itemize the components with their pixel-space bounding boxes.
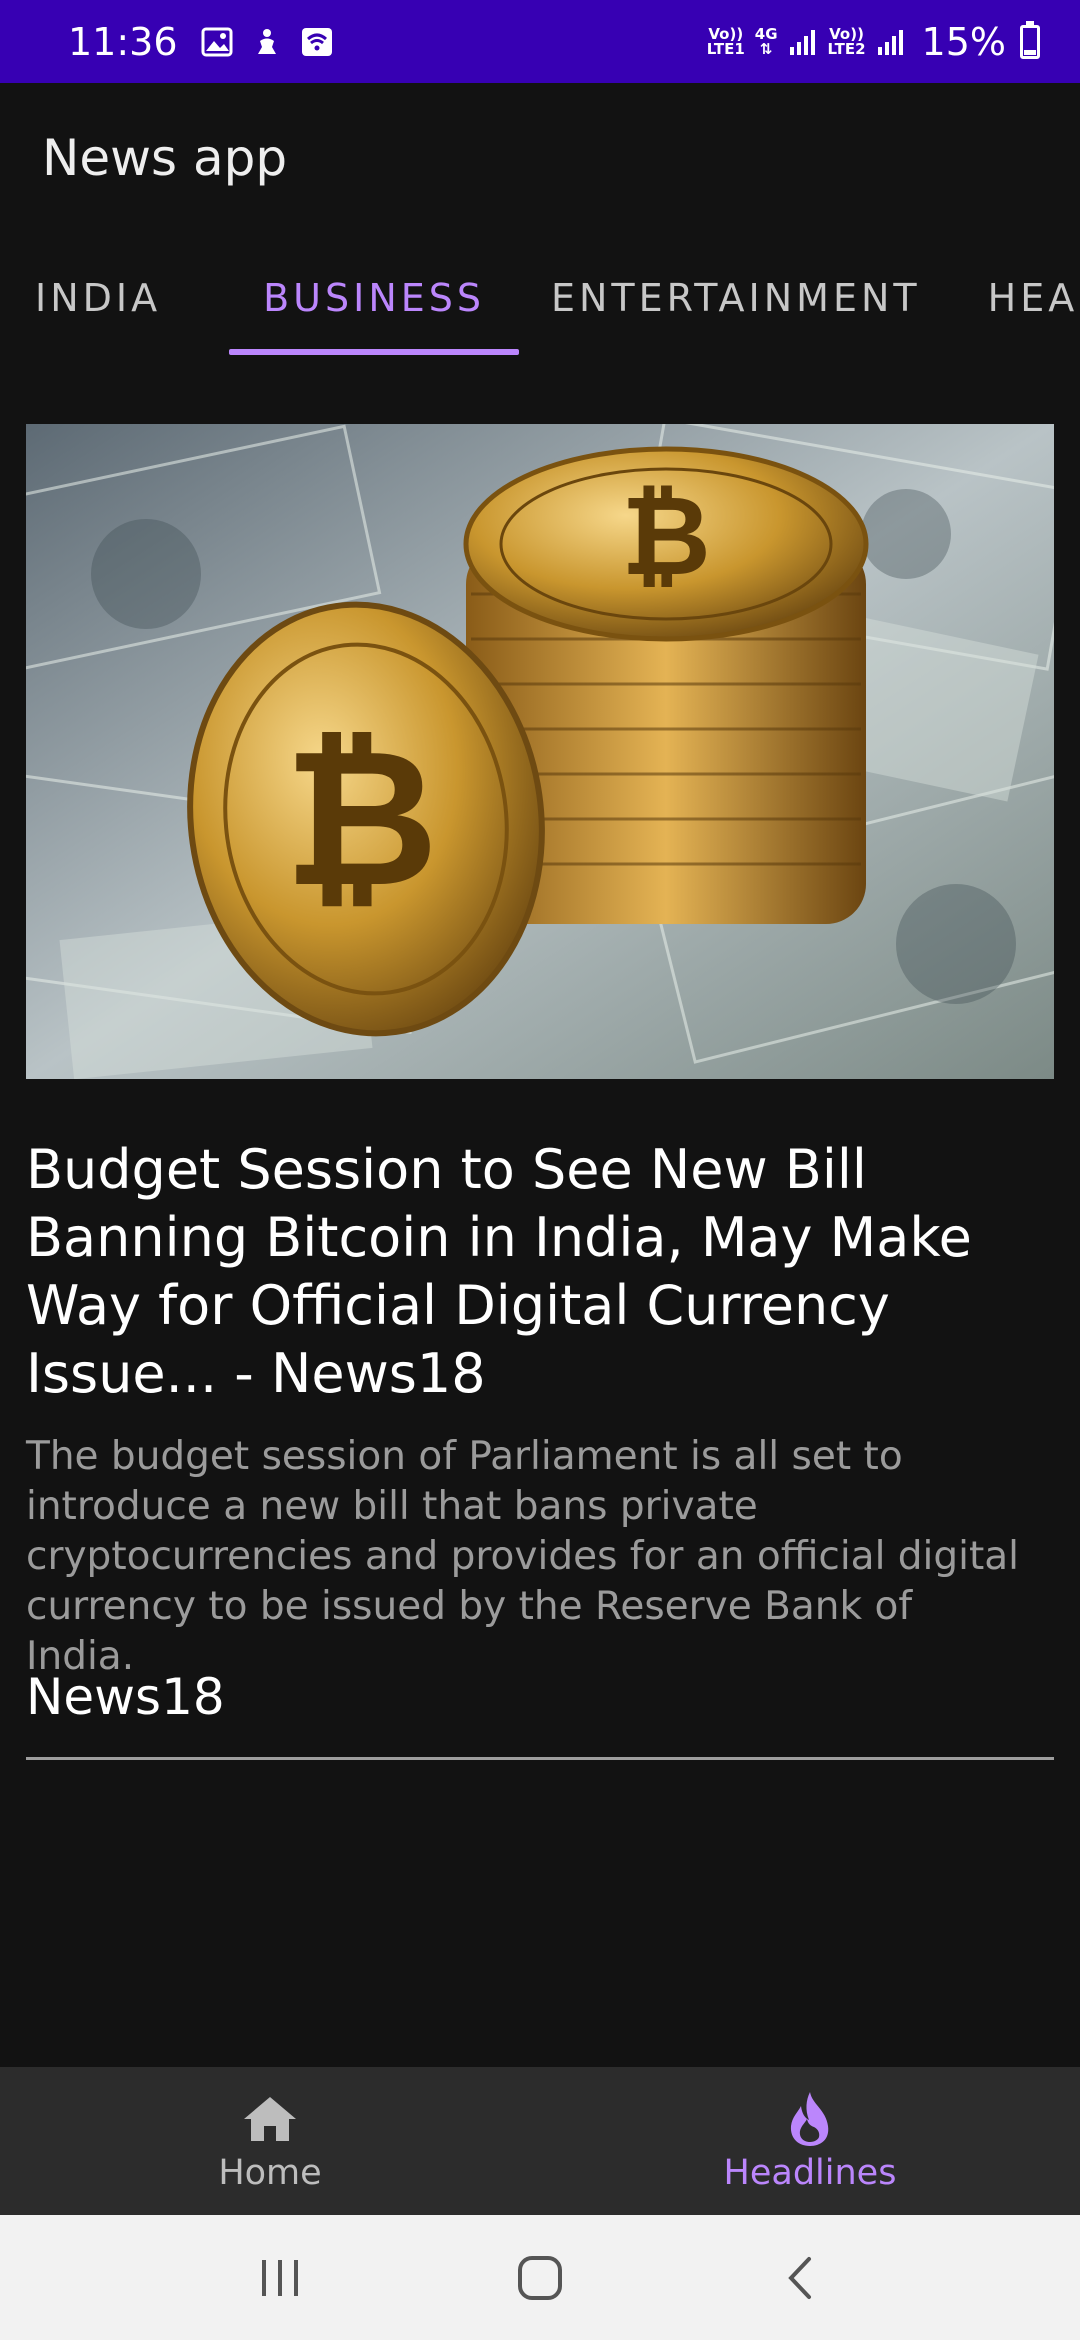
tab-entertainment[interactable]: ENTERTAINMENT xyxy=(551,240,921,355)
article-description: The budget session of Parliament is all … xyxy=(26,1434,1020,1679)
data-arrows-icon: ⇅ xyxy=(759,39,773,58)
battery-percentage: 15% xyxy=(921,19,1006,64)
battery-icon xyxy=(1020,20,1040,59)
gallery-notification-icon xyxy=(200,25,234,59)
category-tabs: INDIA BUSINESS ENTERTAINMENT HEALTH xyxy=(0,240,1080,355)
nav-headlines-label: Headlines xyxy=(723,2153,897,2193)
tab-selected-indicator xyxy=(229,349,519,355)
article-title[interactable]: Budget Session to See New Bill Banning B… xyxy=(26,1136,1056,1408)
volte-sim1-bottom: LTE1 xyxy=(706,39,745,58)
volte-sim1-indicator: Vo)) LTE1 xyxy=(706,26,745,58)
network-type-indicator: 4G ⇅ xyxy=(755,26,778,58)
nav-home[interactable]: Home xyxy=(0,2067,540,2215)
home-circle-icon xyxy=(518,2255,562,2300)
back-button[interactable] xyxy=(760,2238,840,2318)
signal-sim1-icon xyxy=(789,29,815,55)
recent-apps-icon xyxy=(262,2259,298,2296)
status-notification-icons xyxy=(200,25,334,59)
svg-text:₿: ₿ xyxy=(284,708,439,929)
app-notification-icon xyxy=(250,25,284,59)
status-system-icons: Vo)) LTE1 4G ⇅ Vo)) LTE2 15% xyxy=(707,20,1040,64)
tab-health-label: HEALTH xyxy=(987,275,1080,320)
svg-text:₿: ₿ xyxy=(621,472,711,600)
system-navigation-bar xyxy=(0,2215,1080,2340)
article-divider xyxy=(26,1757,1054,1760)
back-chevron-icon xyxy=(788,2256,811,2299)
nav-headlines[interactable]: Headlines xyxy=(540,2067,1080,2215)
news-app-screen: 11:36 Vo)) LTE1 4G ⇅ Vo)) LTE2 15% News … xyxy=(0,0,1080,2340)
tab-entertainment-label: ENTERTAINMENT xyxy=(551,275,921,320)
article-image[interactable]: ₿ ₿ xyxy=(26,424,1054,1079)
volte-sim2-bottom: LTE2 xyxy=(827,39,866,58)
bitcoin-photo-icon: ₿ ₿ xyxy=(26,424,1054,1079)
recent-apps-button[interactable] xyxy=(240,2238,320,2318)
tab-india[interactable]: INDIA xyxy=(35,240,161,355)
tab-health[interactable]: HEALTH xyxy=(988,240,1080,355)
battery-level xyxy=(1024,50,1036,55)
tab-business[interactable]: BUSINESS xyxy=(229,240,519,355)
app-title: News app xyxy=(42,129,288,187)
wifi-hotspot-icon xyxy=(300,25,334,59)
signal-sim2-icon xyxy=(877,29,903,55)
status-time: 11:36 xyxy=(68,19,178,64)
home-icon xyxy=(240,2089,300,2149)
tab-business-label: BUSINESS xyxy=(263,275,485,320)
flame-icon xyxy=(780,2089,840,2149)
tab-india-label: INDIA xyxy=(35,275,162,320)
app-toolbar: News app xyxy=(0,83,1080,233)
nav-home-label: Home xyxy=(218,2153,322,2193)
status-bar: 11:36 Vo)) LTE1 4G ⇅ Vo)) LTE2 15% xyxy=(0,0,1080,83)
home-system-button[interactable] xyxy=(500,2238,580,2318)
bottom-navigation: Home Headlines xyxy=(0,2067,1080,2215)
volte-sim2-indicator: Vo)) LTE2 xyxy=(827,26,866,58)
article-source: News18 xyxy=(26,1668,225,1726)
